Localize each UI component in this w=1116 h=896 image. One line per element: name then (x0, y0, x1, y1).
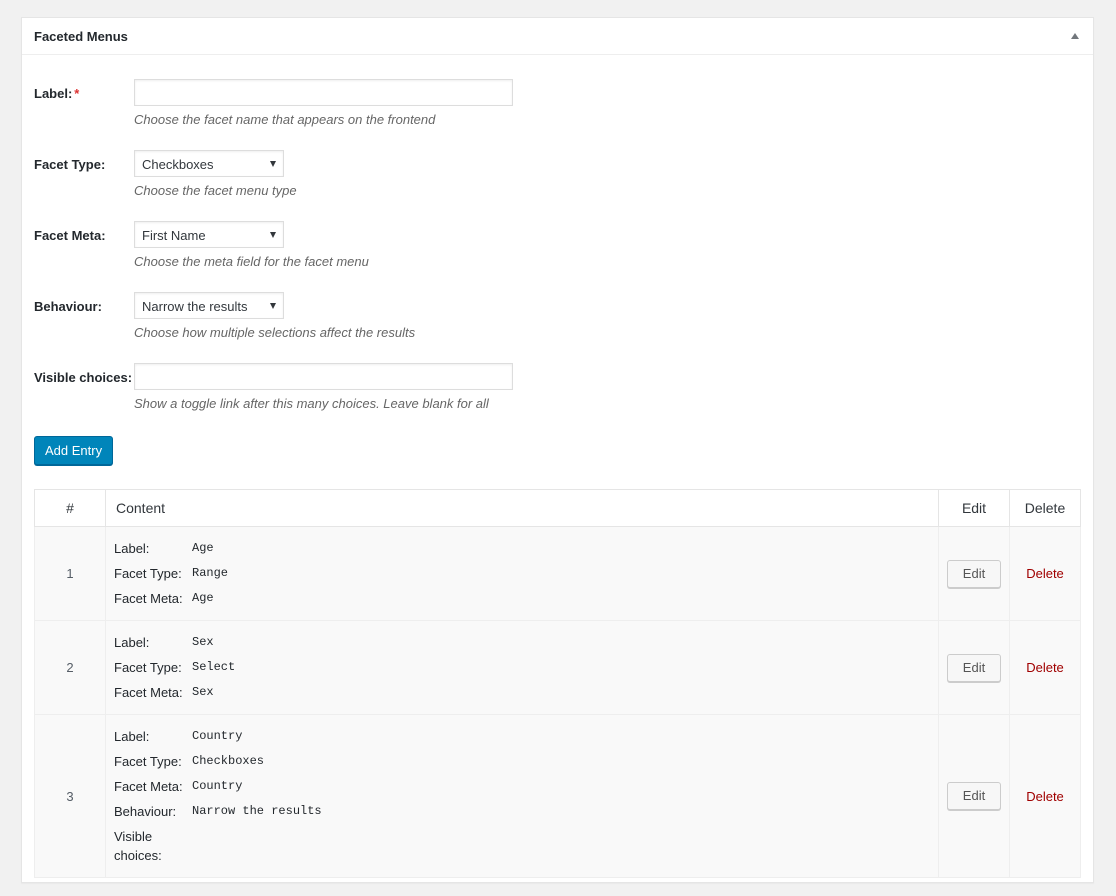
content-field: Behaviour: Narrow the results (114, 799, 930, 824)
field-value: Country (192, 729, 243, 743)
table-row: 1 Label: Age Facet Type: Range Facet Meta:… (34, 526, 1081, 621)
visible-choices-input[interactable] (134, 363, 513, 390)
field-value: Country (192, 779, 243, 793)
caret-down-icon (270, 161, 276, 167)
facet-meta-label: Facet Meta: (34, 228, 106, 243)
row-content: Label: Sex Facet Type: Select Facet Meta: S… (105, 620, 939, 715)
label-field-label: Label: * (34, 86, 80, 101)
facet-meta-hint: Choose the meta field for the facet menu (134, 254, 369, 269)
field-key: Facet Type: (114, 754, 182, 769)
delete-link[interactable]: Delete (1026, 789, 1064, 804)
field-value: Age (192, 541, 214, 555)
field-value: Sex (192, 685, 214, 699)
row-number: 1 (34, 526, 106, 621)
edit-cell: Edit (938, 620, 1010, 715)
label-hint: Choose the facet name that appears on th… (134, 112, 436, 127)
table-header-row: # Content Edit Delete (34, 489, 1081, 527)
visible-choices-label: Visible choices: (34, 370, 133, 385)
field-key: Facet Meta: (114, 685, 183, 700)
field-value: Checkboxes (192, 754, 265, 768)
content-field: Facet Meta: Country (114, 774, 930, 799)
header-delete: Delete (1009, 489, 1081, 527)
content-field: Label: Country (114, 724, 930, 749)
field-key: Label: (114, 729, 150, 744)
row-number: 3 (34, 714, 106, 878)
field-key: Facet Meta: (114, 591, 183, 606)
required-marker: * (74, 86, 80, 101)
caret-down-icon (270, 303, 276, 309)
content-field: Facet Type: Range (114, 561, 930, 586)
facet-type-label: Facet Type: (34, 157, 106, 172)
entries-table: # Content Edit Delete 1 Label: Age Facet … (34, 489, 1081, 878)
field-value: Age (192, 591, 214, 605)
content-field: Label: Age (114, 536, 930, 561)
visible-choices-hint: Show a toggle link after this many choic… (134, 396, 489, 411)
faceted-menus-panel: Faceted Menus Label: * Choose the facet n… (21, 17, 1094, 883)
delete-cell: Delete (1009, 714, 1081, 878)
content-field: Facet Type: Select (114, 655, 930, 680)
facet-type-select[interactable]: Checkboxes (134, 150, 284, 177)
content-field: Facet Meta: Sex (114, 680, 930, 705)
edit-cell: Edit (938, 714, 1010, 878)
content-field: Facet Type: Checkboxes (114, 749, 930, 774)
field-value: Narrow the results (192, 804, 322, 818)
field-key: Facet Type: (114, 660, 182, 675)
table-row: 2 Label: Sex Facet Type: Select Facet Meta… (34, 620, 1081, 715)
facet-meta-selected: First Name (142, 228, 206, 243)
field-key: Visible choices: (114, 829, 162, 863)
row-number: 2 (34, 620, 106, 715)
panel-title: Faceted Menus (34, 29, 128, 44)
behaviour-hint: Choose how multiple selections affect th… (134, 325, 416, 340)
field-key: Behaviour: (114, 804, 177, 819)
header-content: Content (105, 489, 939, 527)
field-key: Label: (114, 541, 150, 556)
field-value: Sex (192, 635, 214, 649)
collapse-toggle-icon[interactable] (1071, 33, 1079, 39)
header-edit: Edit (938, 489, 1010, 527)
facet-type-selected: Checkboxes (142, 157, 214, 172)
delete-cell: Delete (1009, 620, 1081, 715)
header-num: # (34, 489, 106, 527)
edit-button[interactable]: Edit (947, 653, 1001, 682)
delete-link[interactable]: Delete (1026, 566, 1064, 581)
content-field: Visible choices: (114, 824, 930, 868)
field-key: Facet Meta: (114, 779, 183, 794)
label-input[interactable] (134, 79, 513, 106)
edit-cell: Edit (938, 526, 1010, 621)
row-content: Label: Age Facet Type: Range Facet Meta: Ag… (105, 526, 939, 621)
table-row: 3 Label: Country Facet Type: Checkboxes Fa… (34, 714, 1081, 878)
edit-button[interactable]: Edit (947, 782, 1001, 810)
field-value: Select (192, 660, 236, 674)
delete-link[interactable]: Delete (1026, 660, 1064, 675)
content-field: Label: Sex (114, 630, 930, 655)
field-key: Facet Type: (114, 566, 182, 581)
behaviour-label: Behaviour: (34, 299, 102, 314)
facet-meta-select[interactable]: First Name (134, 221, 284, 248)
edit-button[interactable]: Edit (947, 559, 1001, 588)
panel-header: Faceted Menus (22, 18, 1093, 55)
behaviour-select[interactable]: Narrow the results (134, 292, 284, 319)
behaviour-selected: Narrow the results (142, 299, 248, 314)
delete-cell: Delete (1009, 526, 1081, 621)
content-field: Facet Meta: Age (114, 586, 930, 611)
facet-type-hint: Choose the facet menu type (134, 183, 297, 198)
add-entry-button[interactable]: Add Entry (34, 436, 114, 465)
field-value: Range (192, 566, 229, 580)
row-content: Label: Country Facet Type: Checkboxes Face… (105, 714, 939, 878)
caret-down-icon (270, 232, 276, 238)
field-key: Label: (114, 635, 150, 650)
